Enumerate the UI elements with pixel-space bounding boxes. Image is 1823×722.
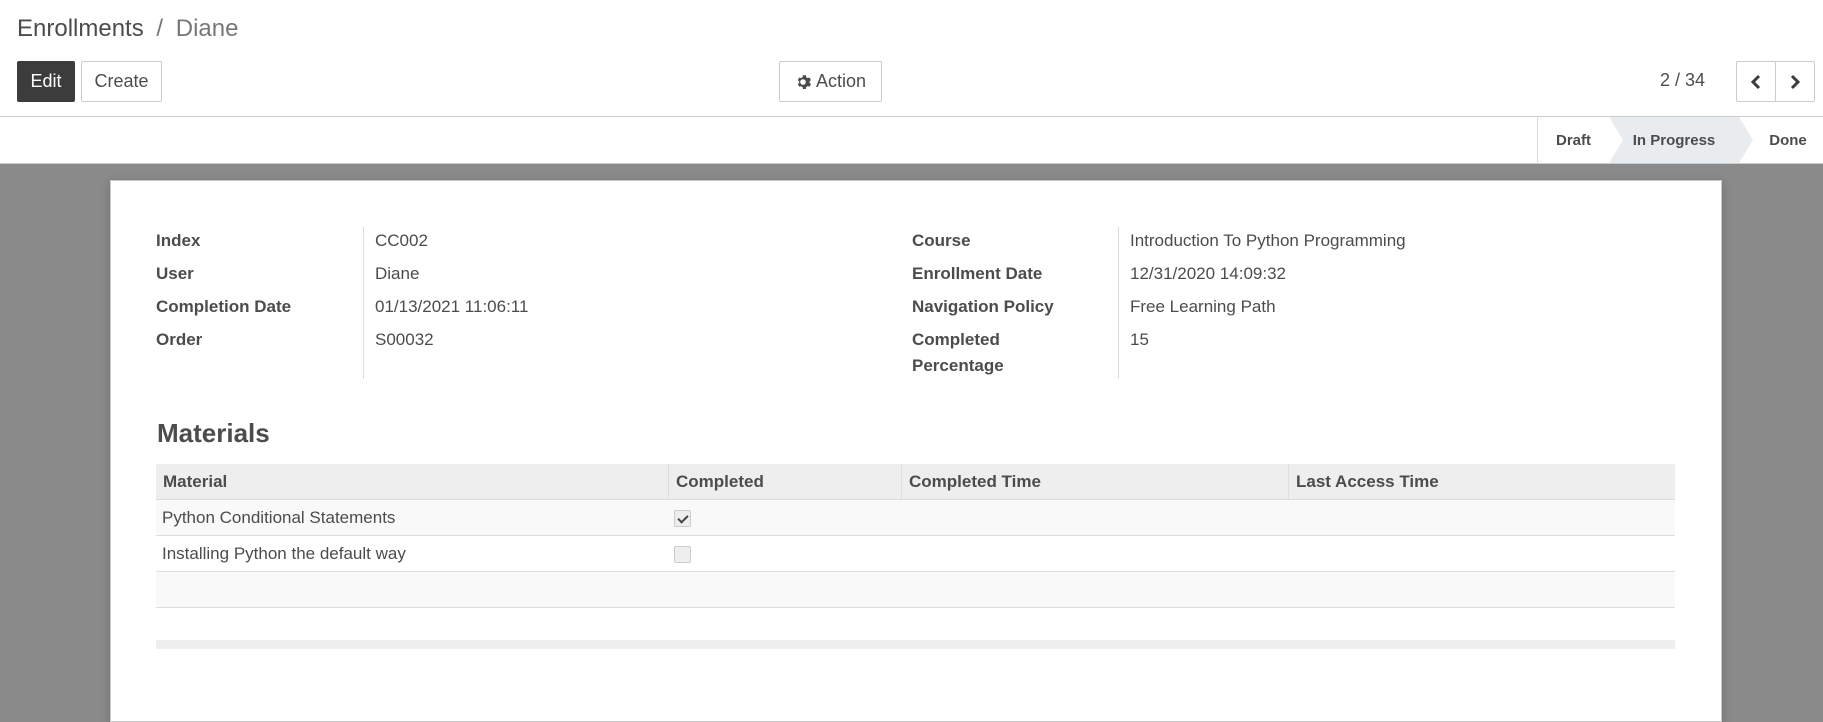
field-value-enrollment-date: 12/31/2020 14:09:32 — [1130, 264, 1286, 283]
completed-checkbox — [674, 546, 691, 563]
field-value-index: CC002 — [375, 231, 428, 250]
field-label-completed-percentage: Completed Percentage — [912, 330, 1004, 375]
create-button[interactable]: Create — [81, 61, 162, 102]
action-button[interactable]: Action — [779, 61, 882, 102]
table-row[interactable]: Installing Python the default way — [156, 536, 1675, 572]
completed-checkbox — [674, 510, 691, 527]
cell-completed-time — [902, 536, 908, 572]
pager-value[interactable]: 2 / 34 — [1660, 70, 1705, 91]
field-label-user: User — [156, 264, 194, 283]
breadcrumb: Enrollments / Diane — [17, 15, 238, 43]
materials-table-header: Material Completed Completed Time Last A… — [156, 464, 1675, 500]
table-row[interactable]: Python Conditional Statements — [156, 500, 1675, 536]
field-value-course[interactable]: Introduction To Python Programming — [1130, 228, 1406, 254]
column-header-completed-time[interactable]: Completed Time — [902, 464, 1289, 500]
column-header-material[interactable]: Material — [156, 464, 669, 500]
field-value-completion-date: 01/13/2021 11:06:11 — [375, 297, 529, 316]
control-panel: Enrollments / Diane Edit Create Action 2… — [0, 0, 1823, 117]
pager-next-button[interactable] — [1775, 61, 1815, 102]
breadcrumb-current: Diane — [175, 15, 239, 42]
cell-material: Installing Python the default way — [162, 544, 406, 563]
cell-last-access-time — [1289, 500, 1295, 536]
column-header-completed[interactable]: Completed — [669, 464, 902, 500]
materials-table: Material Completed Completed Time Last A… — [156, 464, 1675, 608]
status-bar: Draft In Progress Done — [0, 117, 1823, 164]
materials-section-title: Materials — [157, 418, 270, 448]
materials-table-footer — [156, 640, 1675, 649]
chevron-right-icon — [1790, 74, 1801, 89]
field-label-order: Order — [156, 330, 203, 349]
field-value-user[interactable]: Diane — [375, 261, 419, 287]
cell-completed-time — [902, 500, 908, 536]
table-row-empty — [156, 572, 1675, 608]
field-label-index: Index — [156, 231, 201, 250]
field-value-order[interactable]: S00032 — [375, 327, 434, 353]
field-value-navigation-policy: Free Learning Path — [1130, 297, 1276, 316]
status-steps: Draft In Progress Done — [1537, 117, 1823, 163]
gear-icon — [797, 74, 811, 89]
breadcrumb-separator: / — [156, 15, 164, 42]
field-value-completed-percentage: 15 — [1130, 330, 1149, 349]
cell-last-access-time — [1289, 536, 1295, 572]
chevron-left-icon — [1750, 74, 1761, 89]
breadcrumb-parent-link[interactable]: Enrollments — [17, 15, 144, 42]
field-divider-left — [363, 227, 364, 379]
field-label-navigation-policy: Navigation Policy — [912, 297, 1054, 316]
action-button-label: Action — [815, 71, 867, 91]
field-label-enrollment-date: Enrollment Date — [912, 264, 1043, 283]
cell-material: Python Conditional Statements — [162, 508, 396, 527]
pager-previous-button[interactable] — [1736, 61, 1776, 102]
field-divider-right — [1118, 227, 1119, 379]
status-step-draft[interactable]: Draft — [1537, 117, 1609, 163]
field-label-completion-date: Completion Date — [156, 297, 292, 316]
field-label-course: Course — [912, 231, 971, 250]
status-step-in-progress[interactable]: In Progress — [1609, 117, 1753, 163]
edit-button[interactable]: Edit — [17, 61, 75, 102]
column-header-last-access-time[interactable]: Last Access Time — [1289, 464, 1675, 500]
